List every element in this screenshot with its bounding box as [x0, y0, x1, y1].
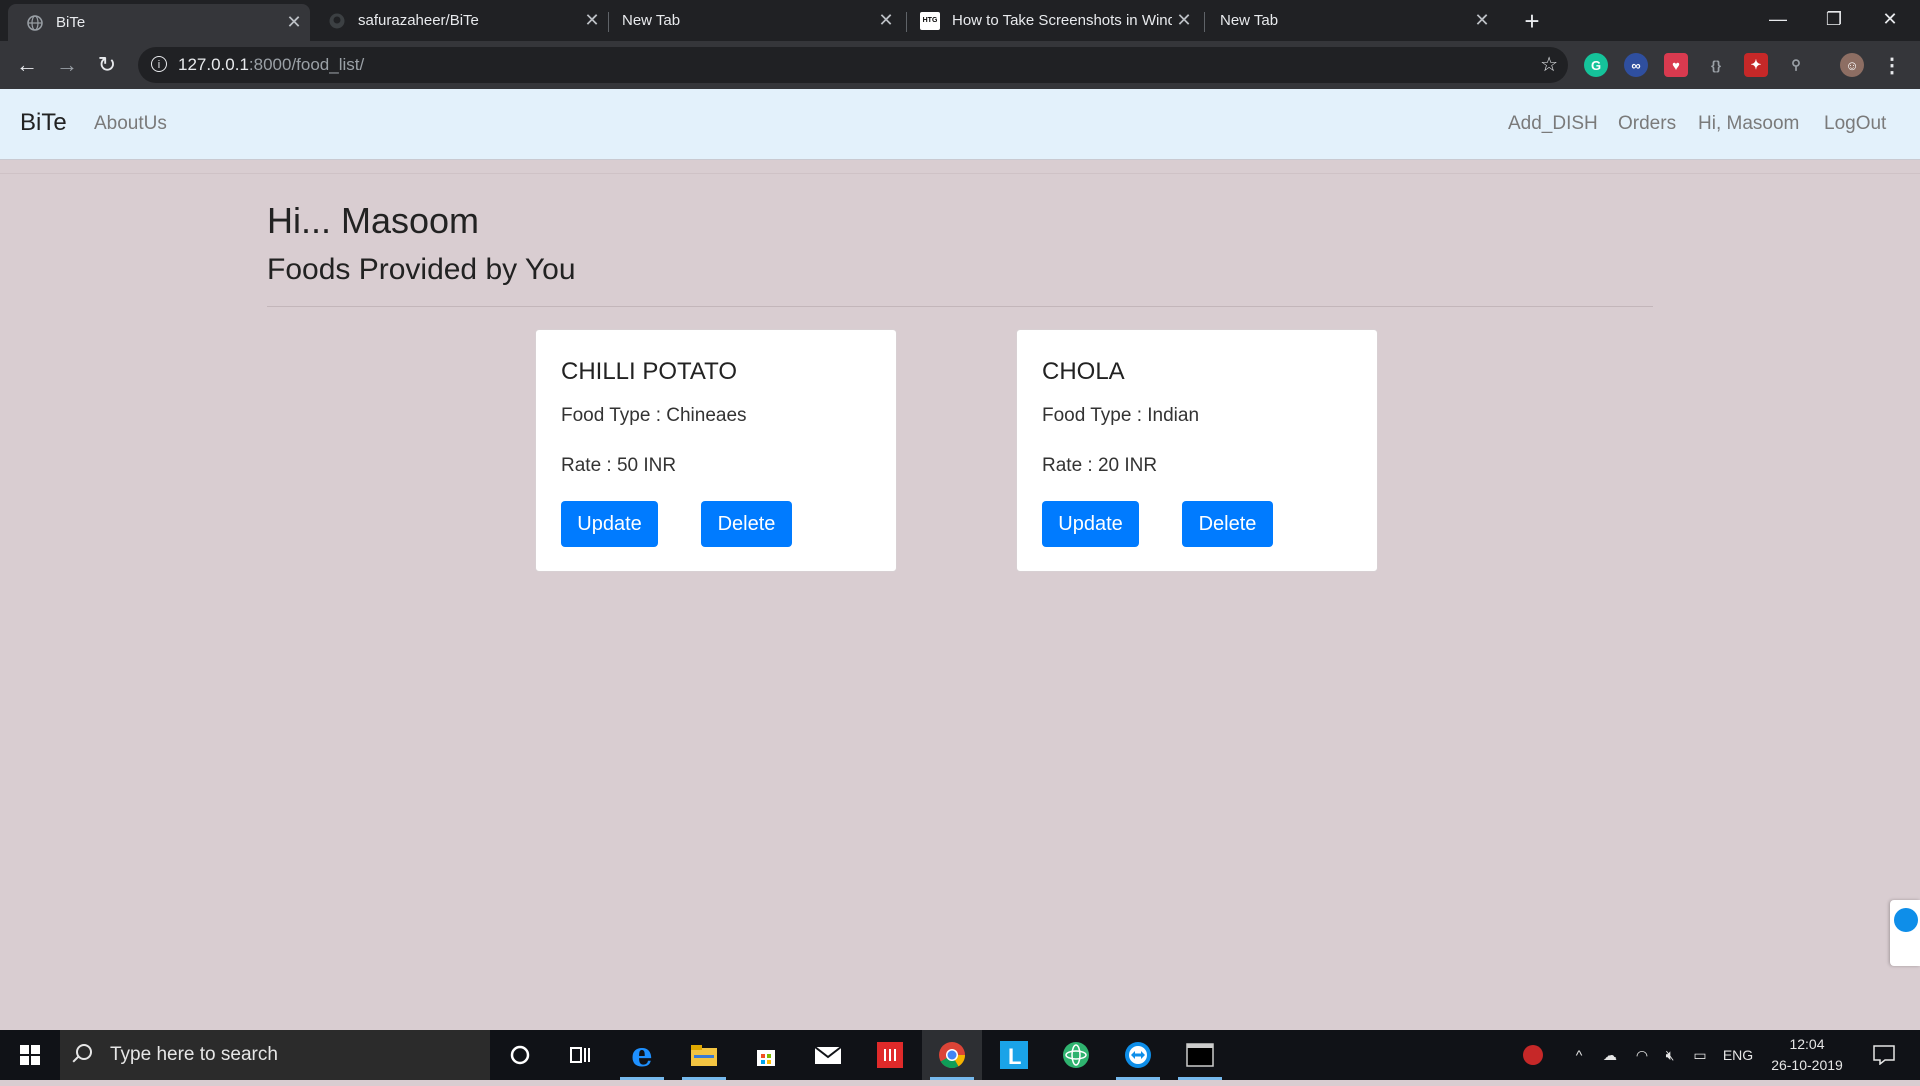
url-path: :8000/food_list/ — [248, 55, 365, 74]
back-arrow-icon[interactable]: ← — [11, 49, 43, 81]
close-icon[interactable]: ✕ — [1172, 10, 1196, 31]
volume-muted-icon[interactable]: 🔇︎ — [1656, 1030, 1684, 1080]
globe-icon — [26, 14, 44, 32]
office-lens-icon[interactable] — [860, 1030, 920, 1080]
update-button[interactable]: Update — [1042, 501, 1139, 547]
food-rate: Rate : 50 INR — [561, 455, 677, 476]
task-view-icon[interactable] — [550, 1030, 610, 1080]
onedrive-icon[interactable]: ☁ — [1596, 1030, 1624, 1080]
search-placeholder: Type here to search — [110, 1044, 278, 1065]
teamviewer-side-widget[interactable] — [1890, 900, 1920, 966]
teamviewer-taskbar-icon[interactable] — [1108, 1030, 1168, 1080]
file-explorer-icon[interactable] — [674, 1030, 734, 1080]
food-type: Food Type : Indian — [1042, 405, 1200, 426]
battery-icon[interactable]: ▭ — [1686, 1030, 1714, 1080]
brand-logo-text[interactable]: BiTe — [20, 109, 67, 137]
tab-title: New Tab — [1220, 12, 1279, 29]
close-icon[interactable]: ✕ — [1470, 10, 1494, 31]
pocket-extension-icon[interactable]: ♥ — [1664, 53, 1688, 77]
json-extension-icon[interactable]: {} — [1704, 53, 1728, 77]
nav-link-aboutus[interactable]: AboutUs — [94, 113, 167, 135]
github-icon — [328, 12, 346, 30]
tab-title: safurazaheer/BiTe — [358, 12, 479, 29]
nav-link-user[interactable]: Hi, Masoom — [1698, 113, 1799, 135]
key-extension-icon[interactable]: ⚲ — [1784, 53, 1808, 77]
nav-link-logout[interactable]: LogOut — [1824, 113, 1886, 135]
menu-kebab-icon[interactable]: ⋮ — [1880, 53, 1904, 77]
restore-icon[interactable]: ❐ — [1806, 0, 1862, 41]
nav-link-orders[interactable]: Orders — [1618, 113, 1676, 135]
food-card: CHILLI POTATO Food Type : Chineaes Rate … — [535, 329, 897, 572]
delete-button[interactable]: Delete — [1182, 501, 1273, 547]
extension-icon[interactable]: ∞ — [1624, 53, 1648, 77]
food-name: CHOLA — [1042, 358, 1125, 385]
language-indicator[interactable]: ENG — [1718, 1030, 1758, 1080]
reload-icon[interactable]: ↻ — [91, 49, 123, 81]
atom-app-icon[interactable] — [1046, 1030, 1106, 1080]
browser-tab-strip: BiTe ✕ safurazaheer/BiTe ✕ New Tab ✕ HTG… — [0, 0, 1920, 41]
tab-divider — [1204, 12, 1205, 32]
new-tab-plus-icon[interactable]: + — [1517, 6, 1547, 36]
address-bar[interactable]: i 127.0.0.1:8000/food_list/ ☆ — [138, 47, 1568, 83]
food-type: Food Type : Chineaes — [561, 405, 747, 426]
notifications-icon[interactable] — [1864, 1030, 1904, 1080]
grammarly-extension-icon[interactable]: G — [1584, 53, 1608, 77]
food-card: CHOLA Food Type : Indian Rate : 20 INR U… — [1016, 329, 1378, 572]
tab-divider — [906, 12, 907, 32]
l-app-icon[interactable]: L — [984, 1030, 1044, 1080]
browser-toolbar: ← → ↻ i 127.0.0.1:8000/food_list/ ☆ G ∞ … — [0, 41, 1920, 89]
tab-title: How to Take Screenshots in Windo — [952, 12, 1172, 29]
terminal-icon[interactable] — [1170, 1030, 1230, 1080]
section-divider — [267, 306, 1653, 307]
teamviewer-icon — [1894, 908, 1918, 932]
clock[interactable]: 12:04 26-10-2019 — [1762, 1034, 1852, 1076]
svg-text:L: L — [1008, 1044, 1021, 1069]
htg-icon: HTG — [920, 11, 940, 30]
tab-new-tab-1[interactable]: New Tab ✕ — [612, 0, 902, 41]
antivirus-tray-icon[interactable] — [1518, 1030, 1548, 1080]
page-subheading: Foods Provided by You — [267, 253, 576, 286]
nav-link-add-dish[interactable]: Add_DISH — [1508, 113, 1598, 135]
chrome-icon[interactable] — [922, 1030, 982, 1080]
close-icon[interactable]: ✕ — [874, 10, 898, 31]
minimize-icon[interactable]: — — [1750, 0, 1806, 41]
tab-title: BiTe — [56, 14, 86, 31]
close-icon[interactable]: ✕ — [282, 12, 306, 33]
clock-date: 26-10-2019 — [1771, 1057, 1843, 1073]
tab-divider — [608, 12, 609, 32]
wifi-icon[interactable]: ◠ — [1628, 1030, 1656, 1080]
update-button[interactable]: Update — [561, 501, 658, 547]
food-name: CHILLI POTATO — [561, 358, 738, 385]
tab-bite[interactable]: BiTe ✕ — [8, 4, 310, 41]
search-icon — [76, 1044, 92, 1060]
tab-title: New Tab — [622, 12, 681, 29]
clock-time: 12:04 — [1789, 1036, 1825, 1052]
tab-new-tab-2[interactable]: New Tab ✕ — [1208, 0, 1498, 41]
chevron-up-icon[interactable]: ^ — [1568, 1030, 1590, 1080]
page-greeting: Hi... Masoom — [267, 200, 480, 241]
forward-arrow-icon[interactable]: → — [51, 49, 83, 81]
store-icon[interactable] — [736, 1030, 796, 1080]
tab-htg[interactable]: HTG How to Take Screenshots in Windo ✕ — [910, 0, 1200, 41]
taskbar: Type here to search e L ^ ☁ ◠ 🔇︎ ▭ ENG 1… — [0, 1030, 1920, 1080]
site-navbar: BiTe AboutUs Add_DISH Orders Hi, Masoom … — [0, 89, 1920, 160]
cortana-icon[interactable] — [490, 1030, 550, 1080]
navbar-divider — [0, 173, 1920, 174]
url-host: 127.0.0.1 — [178, 55, 249, 74]
windows-start-icon[interactable] — [0, 1030, 60, 1080]
profile-avatar-icon[interactable]: ☺ — [1840, 53, 1864, 77]
window-close-icon[interactable]: ✕ — [1862, 0, 1918, 41]
food-rate: Rate : 20 INR — [1042, 455, 1158, 476]
taskbar-search-box[interactable]: Type here to search — [60, 1030, 490, 1080]
tab-github[interactable]: safurazaheer/BiTe ✕ — [318, 0, 608, 41]
edge-browser-icon[interactable]: e — [612, 1030, 672, 1080]
delete-button[interactable]: Delete — [701, 501, 792, 547]
info-icon[interactable]: i — [151, 56, 167, 72]
rocket-extension-icon[interactable]: ✦ — [1744, 53, 1768, 77]
bookmark-star-icon[interactable]: ☆ — [1540, 47, 1558, 83]
close-icon[interactable]: ✕ — [580, 10, 604, 31]
mail-icon[interactable] — [798, 1030, 858, 1080]
